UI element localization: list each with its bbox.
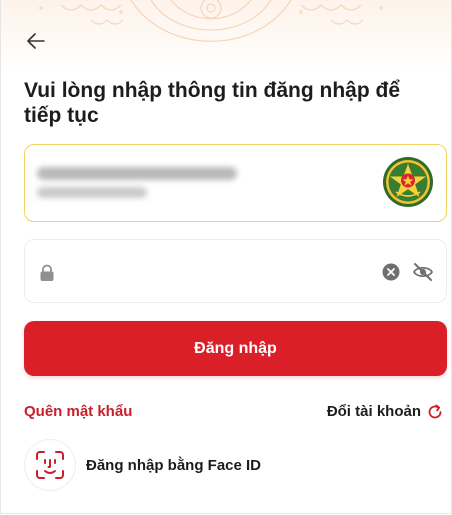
login-button[interactable]: Đăng nhập: [24, 321, 447, 376]
eye-off-icon[interactable]: [412, 262, 434, 282]
login-screen: Vui lòng nhập thông tin đăng nhập để tiế…: [0, 0, 452, 514]
face-id-icon-container: [24, 439, 76, 491]
password-field-container[interactable]: [24, 239, 447, 303]
face-id-label: Đăng nhập bằng Face ID: [86, 456, 262, 474]
refresh-icon: [428, 404, 442, 418]
account-phone-blurred: [37, 187, 147, 198]
police-badge-icon: [383, 157, 433, 207]
face-id-icon: [36, 451, 64, 479]
password-input[interactable]: [65, 256, 369, 290]
switch-account-label: Đổi tài khoản: [326, 403, 421, 420]
switch-account-button[interactable]: Đổi tài khoản: [327, 403, 443, 420]
account-name-blurred: [37, 167, 237, 180]
page-title: Vui lòng nhập thông tin đăng nhập để tiế…: [24, 79, 401, 127]
header-pattern-graphic: [39, 0, 383, 42]
forgot-password-link[interactable]: Quên mật khẩu: [24, 403, 132, 420]
back-button[interactable]: [23, 28, 49, 54]
header-decoration: [1, 0, 451, 70]
arrow-left-icon: [27, 33, 45, 49]
clear-circle-icon[interactable]: [382, 263, 400, 281]
face-id-login-button[interactable]: Đăng nhập bằng Face ID: [24, 439, 261, 491]
account-card[interactable]: [24, 144, 447, 222]
lock-icon: [40, 264, 54, 281]
